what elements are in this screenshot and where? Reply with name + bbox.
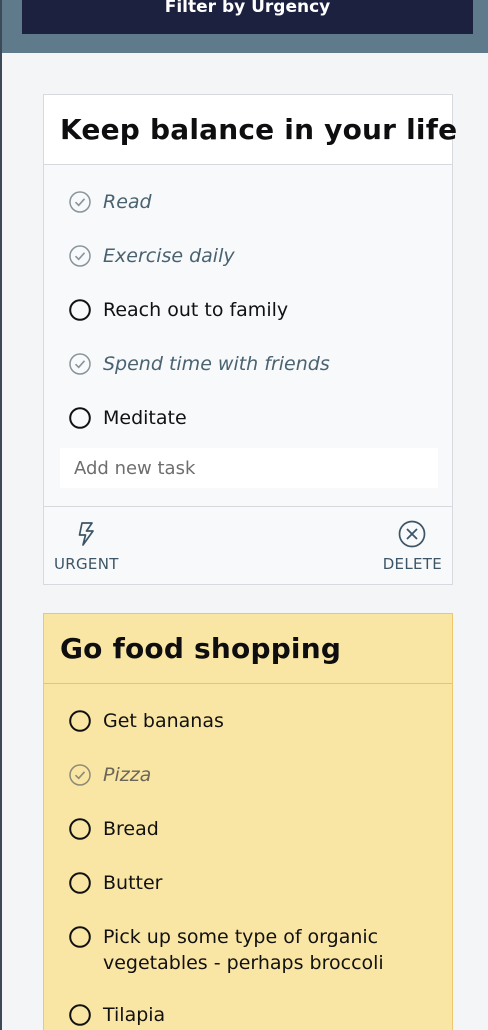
task-label: Pizza bbox=[103, 764, 152, 786]
task-label: Read bbox=[103, 191, 152, 213]
circle-icon[interactable] bbox=[69, 926, 91, 948]
task-list: Read Exercise daily Reach out to family … bbox=[44, 165, 452, 446]
list-title: Go food shopping bbox=[44, 614, 452, 684]
task-item[interactable]: Pick up some type of organic vegetables … bbox=[44, 911, 452, 989]
task-list: Get bananas Pizza Bread Butter Pick up s… bbox=[44, 684, 452, 1030]
circle-icon[interactable] bbox=[69, 872, 91, 894]
circle-icon[interactable] bbox=[69, 710, 91, 732]
task-item[interactable]: Pizza bbox=[44, 749, 452, 803]
task-label: Spend time with friends bbox=[103, 353, 330, 375]
add-task-input[interactable] bbox=[60, 448, 438, 488]
task-label: Exercise daily bbox=[103, 245, 235, 267]
x-circle-icon bbox=[398, 520, 426, 548]
delete-button[interactable]: DELETE bbox=[383, 519, 442, 573]
task-item[interactable]: Exercise daily bbox=[44, 230, 452, 284]
check-circle-icon[interactable] bbox=[69, 764, 91, 786]
task-label: Meditate bbox=[103, 407, 187, 429]
circle-icon[interactable] bbox=[69, 407, 91, 429]
task-label: Pick up some type of organic vegetables … bbox=[103, 926, 384, 974]
circle-icon[interactable] bbox=[69, 818, 91, 840]
check-circle-icon[interactable] bbox=[69, 245, 91, 267]
task-item[interactable]: Spend time with friends bbox=[44, 338, 452, 392]
task-label: Reach out to family bbox=[103, 299, 289, 321]
task-item[interactable]: Reach out to family bbox=[44, 284, 452, 338]
card-actions: URGENT DELETE bbox=[44, 506, 452, 584]
circle-icon[interactable] bbox=[69, 1004, 91, 1026]
check-circle-icon[interactable] bbox=[69, 191, 91, 213]
task-item[interactable]: Butter bbox=[44, 857, 452, 911]
task-item[interactable]: Meditate bbox=[44, 392, 452, 446]
filter-by-urgency-button[interactable]: Filter by Urgency bbox=[22, 0, 473, 34]
task-list-card: Keep balance in your life Read Exercise … bbox=[43, 94, 457, 585]
task-item[interactable]: Get bananas bbox=[44, 695, 452, 749]
urgent-label: URGENT bbox=[54, 555, 119, 573]
task-item[interactable]: Read bbox=[44, 176, 452, 230]
task-item[interactable]: Bread bbox=[44, 803, 452, 857]
task-list-card-urgent: Go food shopping Get bananas Pizza Bread… bbox=[43, 613, 453, 1030]
check-circle-icon[interactable] bbox=[69, 353, 91, 375]
task-label: Get bananas bbox=[103, 710, 224, 732]
circle-icon[interactable] bbox=[69, 299, 91, 321]
lightning-icon bbox=[78, 522, 95, 546]
task-label: Butter bbox=[103, 872, 163, 894]
list-title: Keep balance in your life bbox=[44, 95, 457, 165]
urgent-button[interactable]: URGENT bbox=[54, 519, 119, 573]
task-item[interactable]: Tilapia bbox=[44, 989, 452, 1030]
task-label: Tilapia bbox=[103, 1004, 166, 1026]
task-label: Bread bbox=[103, 818, 159, 840]
delete-label: DELETE bbox=[382, 555, 442, 573]
